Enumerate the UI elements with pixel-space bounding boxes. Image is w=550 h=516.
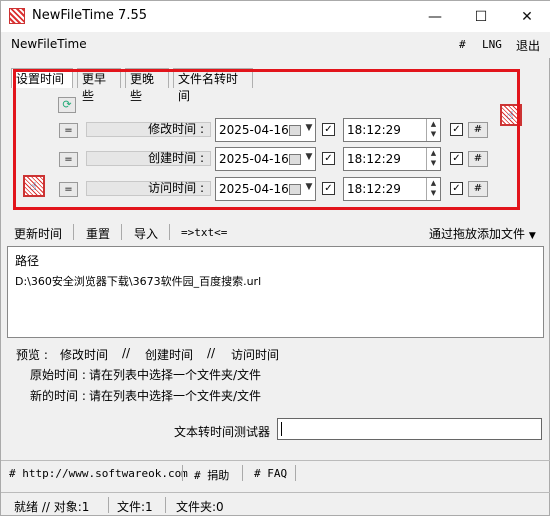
preview-panel: 预览 : 修改时间 // 创建时间 // 访问时间 原始时间 : 请在列表中选择…: [7, 346, 544, 409]
preview-title: 预览 :: [16, 348, 48, 362]
update-time-button[interactable]: 更新时间: [14, 225, 62, 242]
original-time-label: 原始时间 :: [30, 368, 86, 382]
tester-label: 文本转时间测试器: [174, 425, 271, 439]
status-separator: [165, 497, 166, 513]
list-item[interactable]: D:\360安全浏览器下载\3673软件园_百度搜索.url: [15, 273, 261, 289]
faq-link[interactable]: # FAQ: [254, 467, 287, 480]
link-bar: # http://www.softwareok.com # 捐助 # FAQ: [1, 460, 550, 486]
preview-sep: //: [207, 346, 216, 360]
import-button[interactable]: 导入: [134, 225, 158, 242]
app-window: NewFileTime 7.55 — ☐ ✕ NewFileTime # LNG…: [0, 0, 550, 516]
txt-export-button[interactable]: =>txt<=: [181, 226, 227, 239]
toolbar-separator: [73, 224, 74, 240]
status-files: 文件:1: [117, 500, 153, 514]
preview-sep: //: [122, 346, 131, 360]
menu-app-title[interactable]: NewFileTime: [11, 37, 87, 51]
donate-link[interactable]: # 捐助: [194, 467, 229, 483]
new-time-value: 请在列表中选择一个文件夹/文件: [89, 389, 262, 403]
close-button[interactable]: ✕: [504, 1, 550, 32]
menu-hash[interactable]: #: [459, 38, 466, 51]
menu-bar: NewFileTime # LNG 退出: [1, 32, 550, 58]
title-bar: NewFileTime 7.55 — ☐ ✕: [1, 1, 550, 32]
status-objects: 就绪 // 对象:1: [14, 500, 90, 514]
window-title: NewFileTime 7.55: [32, 8, 148, 23]
status-separator: [108, 497, 109, 513]
original-time-value: 请在列表中选择一个文件夹/文件: [89, 368, 262, 382]
text-to-time-input[interactable]: [277, 418, 542, 440]
status-bar: 就绪 // 对象:1 文件:1 文件夹:0: [1, 492, 550, 516]
list-header-path[interactable]: 路径: [15, 252, 39, 269]
menu-language[interactable]: LNG: [482, 38, 502, 51]
link-separator: [182, 465, 183, 481]
reset-button[interactable]: 重置: [86, 225, 110, 242]
link-separator: [242, 465, 243, 481]
app-icon: [9, 8, 25, 24]
website-link[interactable]: # http://www.softwareok.com: [9, 467, 188, 480]
drag-drop-add-menu[interactable]: 通过拖放添加文件 ▼: [429, 225, 536, 242]
drag-drop-label: 通过拖放添加文件: [429, 227, 526, 241]
minimize-button[interactable]: —: [412, 1, 458, 32]
preview-accessed-label: 访问时间: [231, 348, 280, 362]
maximize-button[interactable]: ☐: [458, 1, 504, 32]
toolbar-separator: [121, 224, 122, 240]
new-time-label: 新的时间 :: [30, 389, 86, 403]
highlight-frame: [13, 69, 520, 210]
preview-created-label: 创建时间: [145, 348, 194, 362]
menu-exit[interactable]: 退出: [516, 37, 540, 54]
preview-modified-label: 修改时间: [60, 348, 109, 362]
link-separator: [295, 465, 296, 481]
status-folders: 文件夹:0: [176, 500, 224, 514]
file-list[interactable]: 路径 D:\360安全浏览器下载\3673软件园_百度搜索.url: [7, 246, 544, 338]
toolbar-separator: [169, 224, 170, 240]
chevron-down-icon: ▼: [528, 231, 536, 241]
toolbar: 更新时间 重置 导入 =>txt<= 通过拖放添加文件 ▼: [1, 222, 550, 244]
